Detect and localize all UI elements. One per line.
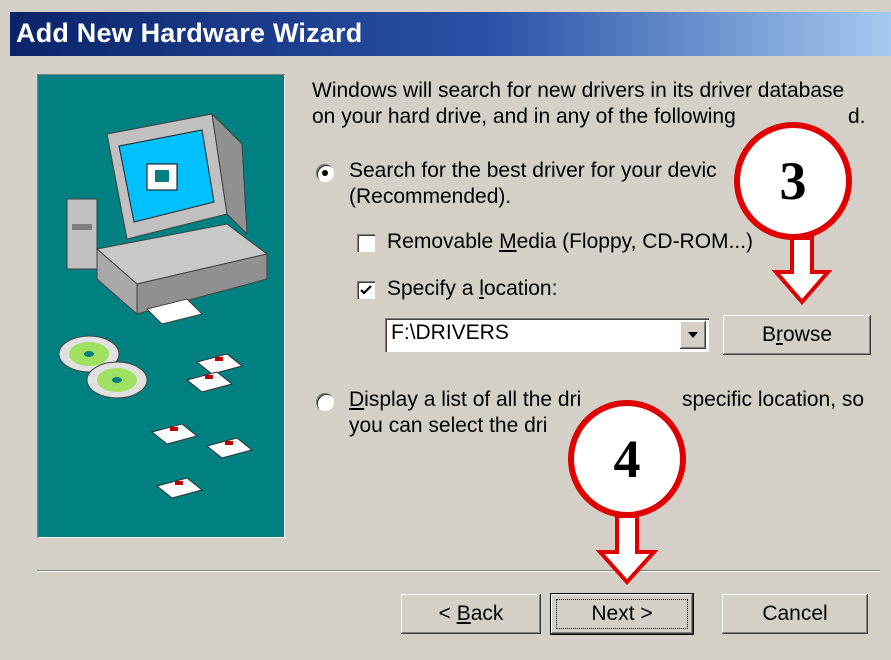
dropdown-arrow-icon[interactable]: [680, 321, 706, 349]
specify-location-label[interactable]: Specify a location:: [387, 276, 557, 302]
browse-button[interactable]: Browse: [723, 315, 871, 355]
back-button[interactable]: < Back: [401, 594, 541, 634]
intro-text-line2: on your hard drive, and in any of the fo…: [312, 105, 736, 128]
specify-location-checkbox[interactable]: [357, 281, 375, 299]
removable-media-label[interactable]: Removable Media (Floppy, CD-ROM...): [387, 229, 753, 255]
title-bar: Add New Hardware Wizard: [10, 12, 891, 56]
location-value[interactable]: F:\DRIVERS: [391, 321, 509, 345]
next-button[interactable]: Next >: [551, 594, 693, 634]
step-3-callout: 3: [734, 122, 852, 240]
checkmark-icon: [360, 285, 372, 295]
computer-and-disks-illustration: [58, 112, 269, 499]
removable-media-checkbox[interactable]: [357, 234, 375, 252]
step-4-callout: 4: [568, 400, 686, 518]
separator: [37, 570, 880, 572]
display-list-label-line1b[interactable]: specific location, so: [682, 387, 864, 413]
step-3-arrow-icon: [772, 236, 832, 306]
display-list-label-line2[interactable]: you can select the dri: [349, 413, 547, 439]
search-best-driver-label-line2[interactable]: (Recommended).: [349, 184, 511, 210]
intro-text-line1: Windows will search for new drivers in i…: [312, 79, 845, 102]
display-list-label-line1a[interactable]: Display a list of all the dri: [349, 387, 581, 413]
wizard-illustration-panel: [37, 74, 285, 538]
location-combobox[interactable]: F:\DRIVERS: [385, 318, 709, 352]
search-best-driver-label-line1[interactable]: Search for the best driver for your devi…: [349, 158, 717, 184]
search-best-driver-radio[interactable]: [316, 164, 334, 182]
step-4-arrow-icon: [596, 514, 658, 585]
cancel-button[interactable]: Cancel: [722, 594, 868, 634]
display-list-radio[interactable]: [316, 393, 334, 411]
window-title: Add New Hardware Wizard: [16, 18, 363, 48]
intro-text-line2-tail: d.: [848, 105, 866, 128]
